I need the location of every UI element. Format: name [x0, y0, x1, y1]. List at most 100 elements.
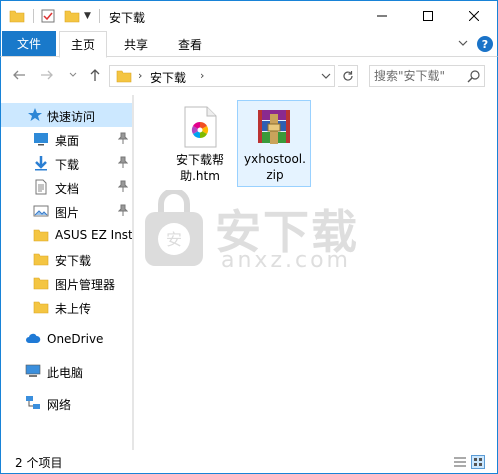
window-title: 安下载 [109, 11, 146, 25]
search-icon[interactable] [467, 69, 481, 83]
nav-label: 图片 [55, 206, 80, 220]
file-name: yxhostool. zip [238, 151, 312, 183]
nav-item-documents[interactable]: 文档 [1, 175, 134, 199]
file-item-selected[interactable]: yxhostool. zip [237, 100, 311, 187]
pin-icon[interactable] [118, 204, 128, 216]
minimize-icon [377, 15, 387, 17]
customize-toolbar-dropdown-icon[interactable]: ▼ [84, 11, 91, 21]
nav-label: 网络 [47, 398, 72, 412]
tab-view[interactable]: 查看 [165, 31, 215, 57]
close-button[interactable] [451, 1, 497, 31]
nav-item-pictures[interactable]: 图片 [1, 199, 134, 223]
network-icon [26, 396, 40, 409]
ribbon-tabs: 文件 主页 共享 查看 ? [0, 31, 498, 58]
toolbar-separator [98, 9, 100, 23]
address-toolbar: › 安下载 › [0, 57, 498, 95]
breadcrumb-chevron-icon[interactable]: › [200, 69, 204, 82]
minimize-button[interactable] [359, 1, 405, 31]
file-name-line: 助.htm [180, 169, 220, 183]
chevron-down-icon [69, 72, 77, 77]
file-name-line: yxhostool. [244, 152, 306, 166]
watermark-bag-icon: 安 [145, 188, 203, 266]
nav-label: 桌面 [55, 134, 80, 148]
nav-item-desktop[interactable]: 桌面 [1, 127, 134, 151]
pictures-icon [33, 205, 49, 217]
tab-home[interactable]: 主页 [59, 31, 107, 58]
svg-text:安: 安 [166, 230, 182, 249]
pin-icon[interactable] [118, 132, 128, 144]
nav-item-not-uploaded[interactable]: 未上传 [1, 295, 134, 319]
file-item[interactable]: 安下载帮 助.htm [163, 100, 237, 187]
nav-label: 未上传 [55, 302, 92, 316]
cloud-icon [26, 333, 41, 343]
search-box[interactable] [369, 65, 485, 87]
status-bar: 2 个项目 [0, 450, 498, 474]
close-icon [469, 11, 479, 21]
pin-icon[interactable] [118, 180, 128, 192]
folder-icon [116, 70, 132, 83]
toolbar-separator [33, 9, 34, 23]
winrar-archive-icon [258, 110, 290, 144]
nav-label: 文档 [55, 182, 80, 196]
refresh-button[interactable] [338, 65, 358, 87]
up-button[interactable] [85, 65, 105, 85]
nav-label: 快速访问 [47, 110, 96, 124]
recent-locations-button[interactable] [63, 65, 83, 85]
item-count: 2 个项目 [15, 456, 63, 470]
nav-network[interactable]: 网络 [1, 391, 134, 415]
watermark: 安 安下载 anxz.com [139, 188, 369, 273]
download-icon [35, 156, 47, 171]
nav-label: 图片管理器 [55, 278, 116, 292]
nav-label: OneDrive [47, 332, 104, 346]
expand-ribbon-chevron-icon[interactable] [457, 37, 469, 49]
nav-label: 此电脑 [47, 366, 84, 380]
star-icon [28, 108, 42, 121]
new-folder-icon[interactable] [64, 8, 80, 24]
tab-share[interactable]: 共享 [111, 31, 161, 57]
address-dropdown-icon[interactable] [320, 70, 332, 82]
refresh-icon [342, 71, 353, 81]
forward-arrow-icon [41, 70, 53, 80]
tab-file[interactable]: 文件 [2, 31, 56, 56]
nav-onedrive[interactable]: OneDrive [1, 327, 134, 351]
document-icon [35, 179, 47, 195]
nav-item-anxiazai[interactable]: 安下载 [1, 247, 134, 271]
folder-icon [33, 301, 49, 314]
help-button[interactable]: ? [477, 36, 493, 52]
nav-this-pc[interactable]: 此电脑 [1, 359, 134, 383]
nav-quick-access[interactable]: 快速访问 [1, 103, 134, 127]
nav-label: 安下载 [55, 254, 92, 268]
quick-access-toolbar: ▼ [9, 8, 106, 24]
nav-label: ASUS EZ Insta [55, 228, 132, 242]
search-input[interactable] [374, 68, 464, 84]
folder-icon [33, 253, 49, 266]
maximize-icon [423, 11, 433, 21]
back-arrow-icon [13, 70, 25, 80]
forward-button[interactable] [37, 65, 57, 85]
desktop-icon [34, 133, 48, 146]
breadcrumb-chevron-icon[interactable]: › [138, 69, 142, 82]
properties-icon[interactable] [40, 8, 56, 24]
large-icons-view-icon[interactable] [471, 455, 485, 469]
nav-label: 下载 [55, 158, 80, 172]
pin-icon[interactable] [118, 156, 128, 168]
nav-item-asus-ez-installer[interactable]: ASUS EZ Insta [1, 223, 134, 247]
breadcrumb-current[interactable]: 安下载 [150, 69, 186, 86]
watermark-subtitle: anxz.com [221, 248, 351, 273]
nav-item-picture-manager[interactable]: 图片管理器 [1, 271, 134, 295]
up-arrow-icon [90, 69, 100, 81]
computer-icon [25, 364, 41, 377]
folder-icon [33, 277, 49, 290]
browser-file-icon [184, 106, 217, 148]
folder-icon [9, 10, 25, 23]
address-bar[interactable]: › 安下载 › [109, 65, 335, 87]
explorer-body: 快速访问 桌面 下载 文档 图片 ASUS EZ Insta 安下载 图片管理器… [0, 95, 498, 450]
view-switcher [453, 455, 485, 469]
file-list: 安下载帮 助.htm yxhostool. zip 安 安下载 anxz.com [135, 95, 497, 450]
back-button[interactable] [9, 65, 29, 85]
folder-icon [33, 229, 49, 242]
maximize-button[interactable] [405, 1, 451, 31]
nav-item-downloads[interactable]: 下载 [1, 151, 134, 175]
details-view-icon[interactable] [453, 455, 467, 469]
navigation-scrollbar[interactable] [132, 95, 134, 450]
